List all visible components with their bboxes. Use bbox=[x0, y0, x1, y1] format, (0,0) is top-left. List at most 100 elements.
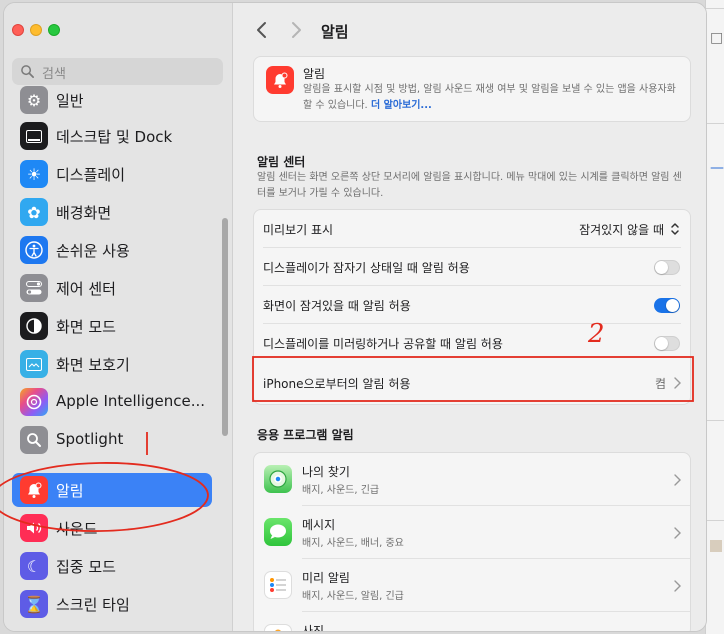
control-center-icon bbox=[20, 274, 48, 302]
close-button[interactable] bbox=[12, 24, 24, 36]
app-detail: 배지, 사운드, 긴급 bbox=[302, 485, 380, 496]
sidebar-item-accessibility[interactable]: 손쉬운 사용 bbox=[12, 233, 212, 267]
sidebar-item-focus[interactable]: ☾ 집중 모드 bbox=[12, 549, 212, 583]
page-title: 알림 bbox=[321, 23, 349, 41]
search-field[interactable]: 검색 bbox=[12, 58, 223, 85]
sun-icon: ☀ bbox=[20, 160, 48, 188]
row-value: 켬 bbox=[654, 377, 666, 391]
sidebar-item-label: Spotlight bbox=[56, 430, 124, 448]
preview-select-value[interactable]: 잠겨있지 않을 때 bbox=[579, 221, 664, 238]
row-label: 디스플레이를 미러링하거나 공유할 때 알림 허용 bbox=[263, 337, 503, 351]
sidebar-item-wallpaper[interactable]: ✿ 배경화면 bbox=[12, 195, 212, 229]
app-row-messages[interactable]: 메시지 배지, 사운드, 배너, 중요 bbox=[254, 506, 690, 559]
appearance-icon bbox=[20, 312, 48, 340]
sidebar-item-apple-intelligence[interactable]: Apple Intelligence... bbox=[12, 385, 212, 419]
background-block bbox=[710, 540, 722, 552]
sidebar-item-label: 데스크탑 및 Dock bbox=[56, 128, 173, 146]
mirroring-notifications-toggle[interactable] bbox=[654, 336, 680, 351]
app-name: 나의 찾기 bbox=[302, 465, 350, 479]
accessibility-icon bbox=[20, 236, 48, 264]
section-title-notification-center: 알림 센터 bbox=[257, 155, 306, 169]
settings-window: 검색 ⚙ 일반 데스크탑 및 Dock ☀ 디스플레이 ✿ 배경화면 손쉬운 사… bbox=[4, 3, 706, 631]
sidebar-item-general[interactable]: ⚙ 일반 bbox=[12, 83, 212, 117]
iphone-notifications-row[interactable]: iPhone으로부터의 알림 허용 켬 bbox=[254, 362, 690, 404]
notification-bell-icon bbox=[20, 476, 48, 504]
chevron-right-icon bbox=[674, 474, 681, 486]
sidebar-item-label: 집중 모드 bbox=[56, 558, 116, 576]
minimize-button[interactable] bbox=[30, 24, 42, 36]
sidebar-item-label: 디스플레이 bbox=[56, 166, 126, 184]
moon-icon: ☾ bbox=[20, 552, 48, 580]
toggle-row-locked: 화면이 잠겨있을 때 알림 허용 bbox=[254, 286, 690, 324]
toggle-row-sleep: 디스플레이가 잠자기 상태일 때 알림 허용 bbox=[254, 248, 690, 286]
chevron-right-icon bbox=[674, 377, 681, 389]
description-text: 알림을 표시할 시점 및 방법, 알림 사운드 재생 여부 및 알림을 보낼 수… bbox=[303, 84, 676, 111]
sidebar-item-screensaver[interactable]: 화면 보호기 bbox=[12, 347, 212, 381]
background-glyph: — bbox=[710, 160, 724, 176]
spotlight-icon bbox=[20, 426, 48, 454]
app-row-find-my[interactable]: 나의 찾기 배지, 사운드, 긴급 bbox=[254, 453, 690, 506]
sidebar-item-desktop-dock[interactable]: 데스크탑 및 Dock bbox=[12, 119, 212, 153]
app-name: 사진 bbox=[302, 624, 325, 631]
sidebar-item-label: 배경화면 bbox=[56, 204, 112, 222]
sidebar-item-appearance[interactable]: 화면 모드 bbox=[12, 309, 212, 343]
app-name: 미리 알림 bbox=[302, 571, 350, 585]
card-title: 알림 bbox=[303, 67, 326, 81]
sidebar: 검색 ⚙ 일반 데스크탑 및 Dock ☀ 디스플레이 ✿ 배경화면 손쉬운 사… bbox=[4, 3, 233, 631]
sidebar-item-label: 일반 bbox=[56, 92, 84, 110]
hourglass-icon: ⌛ bbox=[20, 590, 48, 618]
flower-icon: ✿ bbox=[20, 198, 48, 226]
app-detail: 배지, 사운드, 알림, 긴급 bbox=[302, 591, 404, 602]
sidebar-item-control-center[interactable]: 제어 센터 bbox=[12, 271, 212, 305]
desktop-dock-icon bbox=[20, 122, 48, 150]
messages-icon bbox=[264, 518, 292, 546]
row-label: 미리보기 표시 bbox=[263, 223, 334, 237]
chevron-right-icon bbox=[674, 527, 681, 539]
speaker-icon bbox=[20, 514, 48, 542]
sidebar-item-label: 사운드 bbox=[56, 520, 98, 538]
row-label: 화면이 잠겨있을 때 알림 허용 bbox=[263, 299, 411, 313]
app-row-photos[interactable]: 사진 bbox=[254, 612, 690, 631]
app-row-reminders[interactable]: 미리 알림 배지, 사운드, 알림, 긴급 bbox=[254, 559, 690, 612]
app-detail: 배지, 사운드, 배너, 중요 bbox=[302, 538, 404, 549]
sidebar-item-label: 화면 모드 bbox=[56, 318, 116, 336]
notifications-info-card: 알림 알림을 표시할 시점 및 방법, 알림 사운드 재생 여부 및 알림을 보… bbox=[253, 56, 691, 122]
app-name: 메시지 bbox=[302, 518, 336, 532]
toggle-row-mirroring: 디스플레이를 미러링하거나 공유할 때 알림 허용 bbox=[254, 324, 690, 362]
sidebar-item-spotlight[interactable]: Spotlight bbox=[12, 423, 212, 457]
screensaver-icon bbox=[20, 350, 48, 378]
sleep-notifications-toggle[interactable] bbox=[654, 260, 680, 275]
learn-more-link[interactable]: 더 알아보기... bbox=[371, 100, 432, 111]
sidebar-item-label: 손쉬운 사용 bbox=[56, 242, 130, 260]
row-label: iPhone으로부터의 알림 허용 bbox=[263, 377, 411, 391]
sidebar-scrollbar[interactable] bbox=[222, 218, 228, 436]
main-pane: 알림 알림 알림을 표시할 시점 및 방법, 알림 사운드 재생 여부 및 알림… bbox=[233, 3, 706, 631]
back-chevron-icon[interactable] bbox=[251, 19, 273, 41]
app-notifications-list: 나의 찾기 배지, 사운드, 긴급 메시지 배지, 사운드, 배너, 중요 미리… bbox=[253, 452, 691, 631]
row-label: 디스플레이가 잠자기 상태일 때 알림 허용 bbox=[263, 261, 470, 275]
sidebar-item-sound[interactable]: 사운드 bbox=[12, 511, 212, 545]
zoom-button[interactable] bbox=[48, 24, 60, 36]
forward-chevron-icon[interactable] bbox=[285, 19, 307, 41]
find-my-icon bbox=[264, 465, 292, 493]
preview-row[interactable]: 미리보기 표시 잠겨있지 않을 때 bbox=[254, 210, 690, 248]
background-glyph: □ bbox=[710, 30, 724, 46]
sidebar-item-screen-time[interactable]: ⌛ 스크린 타임 bbox=[12, 587, 212, 621]
sidebar-item-label: 스크린 타임 bbox=[56, 596, 130, 614]
locked-notifications-toggle[interactable] bbox=[654, 298, 680, 313]
chevron-right-icon bbox=[674, 580, 681, 592]
card-description: 알림을 표시할 시점 및 방법, 알림 사운드 재생 여부 및 알림을 보낼 수… bbox=[303, 82, 685, 114]
notification-center-settings: 미리보기 표시 잠겨있지 않을 때 디스플레이가 잠자기 상태일 때 알림 허용… bbox=[253, 209, 691, 405]
sidebar-item-label: 제어 센터 bbox=[56, 280, 116, 298]
sidebar-item-notifications[interactable]: 알림 bbox=[12, 473, 212, 507]
section-description: 알림 센터는 화면 오른쪽 상단 모서리에 알림을 표시합니다. 메뉴 막대에 … bbox=[257, 172, 682, 199]
notification-bell-icon bbox=[266, 66, 294, 94]
sidebar-item-label: 화면 보호기 bbox=[56, 356, 130, 374]
up-down-chevron-icon[interactable] bbox=[669, 221, 681, 237]
search-icon bbox=[21, 65, 34, 78]
apple-intelligence-icon bbox=[20, 388, 48, 416]
sidebar-item-display[interactable]: ☀ 디스플레이 bbox=[12, 157, 212, 191]
search-placeholder: 검색 bbox=[42, 67, 66, 82]
section-title-app-notifications: 응용 프로그램 알림 bbox=[257, 428, 354, 442]
background-window: □ — bbox=[705, 0, 724, 634]
